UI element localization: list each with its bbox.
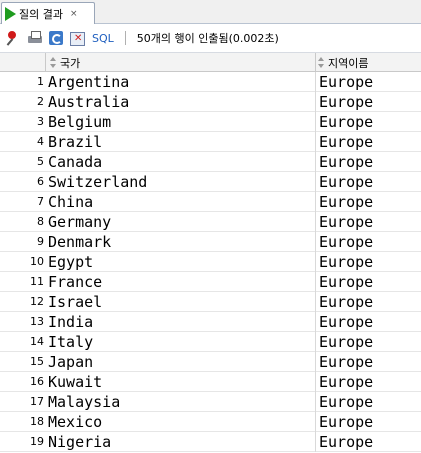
- table-row[interactable]: 12 Israel Europe: [0, 292, 421, 312]
- row-number: 17: [30, 395, 44, 408]
- cell-region[interactable]: Europe: [319, 432, 419, 452]
- table-row[interactable]: 7 China Europe: [0, 192, 421, 212]
- row-number: 14: [30, 335, 44, 348]
- cell-country[interactable]: Brazil: [48, 132, 316, 152]
- tab-query-result[interactable]: 질의 결과 ×: [1, 2, 95, 24]
- cell-region[interactable]: Europe: [319, 132, 419, 152]
- row-number: 19: [30, 435, 44, 448]
- row-number: 3: [37, 115, 44, 128]
- cell-region[interactable]: Europe: [319, 152, 419, 172]
- cell-country[interactable]: Canada: [48, 152, 316, 172]
- column-header-region[interactable]: 지역이름: [316, 53, 421, 72]
- cell-region[interactable]: Europe: [319, 332, 419, 352]
- toolbar: SQL 50개의 행이 인출됨(0.002초): [0, 24, 421, 53]
- toolbar-divider: [124, 31, 126, 45]
- cell-region[interactable]: Europe: [319, 172, 419, 192]
- table-row[interactable]: 19 Nigeria Europe: [0, 432, 421, 452]
- cell-country[interactable]: Mexico: [48, 412, 316, 432]
- cell-country[interactable]: Israel: [48, 292, 316, 312]
- table-row[interactable]: 6 Switzerland Europe: [0, 172, 421, 192]
- cell-region[interactable]: Europe: [319, 412, 419, 432]
- cell-country[interactable]: Denmark: [48, 232, 316, 252]
- table-row[interactable]: 9 Denmark Europe: [0, 232, 421, 252]
- table-row[interactable]: 18 Mexico Europe: [0, 412, 421, 432]
- cell-region[interactable]: Europe: [319, 292, 419, 312]
- print-icon[interactable]: [27, 30, 43, 46]
- column-header-country[interactable]: 국가: [46, 53, 316, 72]
- close-icon[interactable]: ×: [70, 9, 78, 19]
- cell-country[interactable]: Germany: [48, 212, 316, 232]
- cell-region[interactable]: Europe: [319, 252, 419, 272]
- table-row[interactable]: 10 Egypt Europe: [0, 252, 421, 272]
- pin-icon[interactable]: [6, 30, 22, 46]
- tab-strip: 질의 결과 ×: [0, 0, 421, 24]
- clear-icon[interactable]: [69, 30, 85, 46]
- column-header-label: 지역이름: [328, 56, 369, 70]
- tab-label: 질의 결과: [19, 7, 63, 21]
- row-number: 15: [30, 355, 44, 368]
- cell-country[interactable]: Argentina: [48, 72, 316, 92]
- cell-region[interactable]: Europe: [319, 272, 419, 292]
- grid-header: 국가 지역이름: [0, 53, 421, 72]
- column-header-label: 국가: [60, 56, 81, 70]
- table-row[interactable]: 5 Canada Europe: [0, 152, 421, 172]
- table-row[interactable]: 16 Kuwait Europe: [0, 372, 421, 392]
- fetch-status: 50개의 행이 인출됨(0.002초): [136, 32, 279, 45]
- cell-country[interactable]: Belgium: [48, 112, 316, 132]
- cell-country[interactable]: Malaysia: [48, 392, 316, 412]
- row-number: 12: [30, 295, 44, 308]
- cell-country[interactable]: India: [48, 312, 316, 332]
- table-row[interactable]: 15 Japan Europe: [0, 352, 421, 372]
- table-row[interactable]: 13 India Europe: [0, 312, 421, 332]
- table-row[interactable]: 11 France Europe: [0, 272, 421, 292]
- sort-icon: [318, 56, 325, 69]
- table-row[interactable]: 4 Brazil Europe: [0, 132, 421, 152]
- row-number: 18: [30, 415, 44, 428]
- grid-rows: 1 Argentina Europe 2 Australia Europe 3 Belgium…: [0, 72, 421, 452]
- table-row[interactable]: 1 Argentina Europe: [0, 72, 421, 92]
- cell-region[interactable]: Europe: [319, 112, 419, 132]
- cell-region[interactable]: Europe: [319, 372, 419, 392]
- cell-region[interactable]: Europe: [319, 192, 419, 212]
- row-number: 10: [30, 255, 44, 268]
- row-number: 8: [37, 215, 44, 228]
- table-row[interactable]: 8 Germany Europe: [0, 212, 421, 232]
- cell-region[interactable]: Europe: [319, 212, 419, 232]
- table-row[interactable]: 14 Italy Europe: [0, 332, 421, 352]
- cell-region[interactable]: Europe: [319, 92, 419, 112]
- row-number: 6: [37, 175, 44, 188]
- row-number: 11: [30, 275, 44, 288]
- cell-region[interactable]: Europe: [319, 72, 419, 92]
- cell-country[interactable]: Italy: [48, 332, 316, 352]
- cell-country[interactable]: Switzerland: [48, 172, 316, 192]
- row-number: 9: [37, 235, 44, 248]
- refresh-icon[interactable]: [48, 30, 64, 46]
- table-row[interactable]: 2 Australia Europe: [0, 92, 421, 112]
- row-number: 13: [30, 315, 44, 328]
- cell-country[interactable]: Egypt: [48, 252, 316, 272]
- row-number-header: [0, 53, 46, 72]
- sql-button[interactable]: SQL: [92, 32, 114, 45]
- table-row[interactable]: 17 Malaysia Europe: [0, 392, 421, 412]
- cell-region[interactable]: Europe: [319, 392, 419, 412]
- cell-country[interactable]: China: [48, 192, 316, 212]
- row-number: 1: [37, 75, 44, 88]
- run-icon: [5, 6, 16, 21]
- row-number: 5: [37, 155, 44, 168]
- cell-country[interactable]: Kuwait: [48, 372, 316, 392]
- row-number: 4: [37, 135, 44, 148]
- row-number: 16: [30, 375, 44, 388]
- table-row[interactable]: 3 Belgium Europe: [0, 112, 421, 132]
- cell-region[interactable]: Europe: [319, 352, 419, 372]
- sort-icon: [50, 56, 57, 69]
- cell-region[interactable]: Europe: [319, 312, 419, 332]
- cell-country[interactable]: France: [48, 272, 316, 292]
- row-number: 2: [37, 95, 44, 108]
- cell-country[interactable]: Australia: [48, 92, 316, 112]
- cell-region[interactable]: Europe: [319, 232, 419, 252]
- cell-country[interactable]: Japan: [48, 352, 316, 372]
- result-grid: 국가 지역이름 1 Argentina Europe 2 Australia Europe…: [0, 53, 421, 453]
- row-number: 7: [37, 195, 44, 208]
- cell-country[interactable]: Nigeria: [48, 432, 316, 452]
